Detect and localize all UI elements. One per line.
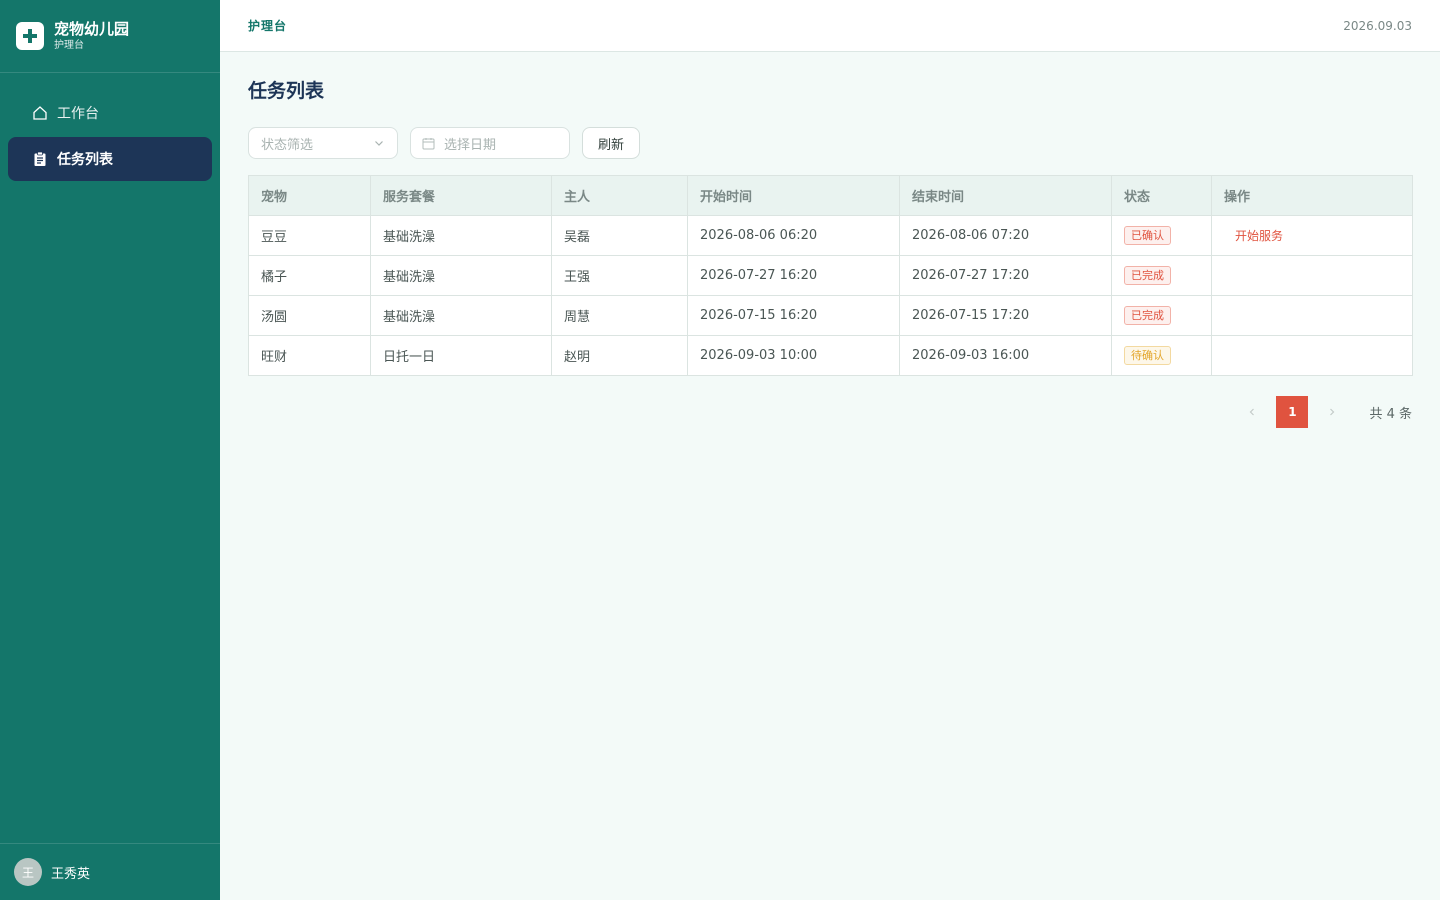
action-cell [1211, 295, 1413, 336]
home-icon [32, 105, 48, 121]
total-count: 共 4 条 [1369, 406, 1412, 422]
start-time-cell: 2026-07-27 16:20 [687, 255, 900, 296]
chevron-down-icon [373, 137, 385, 149]
pet-cell: 豆豆 [248, 215, 371, 256]
status-filter-placeholder: 状态筛选 [261, 137, 314, 153]
brand-subtitle: 护理台 [54, 40, 84, 51]
plus-logo-icon [16, 22, 44, 50]
table-row: 豆豆 基础洗澡 吴磊 2026-08-06 06:20 2026-08-06 0… [248, 215, 1413, 256]
column-header: 开始时间 [687, 175, 900, 216]
owner-cell: 周慧 [551, 295, 688, 336]
action-cell [1211, 255, 1413, 296]
refresh-button[interactable]: 刷新 [582, 127, 641, 159]
package-cell: 基础洗澡 [370, 255, 552, 296]
status-badge: 已完成 [1124, 306, 1171, 325]
status-filter-select[interactable]: 状态筛选 [248, 127, 398, 159]
owner-cell: 王强 [551, 255, 688, 296]
avatar: 王 [14, 858, 42, 886]
start-time-cell: 2026-07-15 16:20 [687, 295, 900, 336]
start-time-cell: 2026-08-06 06:20 [687, 215, 900, 256]
end-time-cell: 2026-08-06 07:20 [899, 215, 1112, 256]
filter-bar: 状态筛选 选择日期 刷新 [248, 127, 1412, 159]
breadcrumb: 护理台 [248, 19, 288, 33]
end-time-cell: 2026-07-27 17:20 [899, 255, 1112, 296]
table-header-row: 宠物 服务套餐 主人 开始时间 结束时间 状态 操作 [248, 175, 1413, 216]
table-row: 橘子 基础洗澡 王强 2026-07-27 16:20 2026-07-27 1… [248, 255, 1413, 296]
task-table: 宠物 服务套餐 主人 开始时间 结束时间 状态 操作 豆豆 基础洗澡 吴磊 20… [248, 175, 1413, 376]
column-header: 状态 [1111, 175, 1212, 216]
status-cell: 已确认 [1111, 215, 1212, 256]
page-number-button[interactable]: 1 [1276, 396, 1309, 428]
start-service-link[interactable]: 开始服务 [1235, 229, 1283, 243]
chevron-right-icon [1330, 408, 1335, 416]
pet-cell: 汤圆 [248, 295, 371, 336]
owner-cell: 吴磊 [551, 215, 688, 256]
clipboard-icon [32, 151, 48, 167]
owner-cell: 赵明 [551, 335, 688, 376]
package-cell: 基础洗澡 [370, 215, 552, 256]
sidebar-nav: 工作台 任务列表 [0, 73, 220, 181]
column-header: 操作 [1211, 175, 1413, 216]
calendar-icon [422, 137, 435, 150]
status-badge: 已确认 [1124, 226, 1171, 245]
current-date: 2026.09.03 [1343, 18, 1412, 33]
pagination: 1 共 4 条 [248, 396, 1412, 428]
sidebar-item-workbench[interactable]: 工作台 [8, 91, 212, 135]
column-header: 宠物 [248, 175, 371, 216]
action-cell: 开始服务 [1211, 215, 1413, 256]
date-picker-input[interactable]: 选择日期 [410, 127, 570, 159]
column-header: 主人 [551, 175, 688, 216]
date-picker-placeholder: 选择日期 [444, 137, 497, 153]
page-title: 任务列表 [248, 80, 325, 102]
pet-cell: 旺财 [248, 335, 371, 376]
sidebar-item-label: 工作台 [57, 106, 99, 122]
status-badge: 已完成 [1124, 266, 1171, 285]
brand-title: 宠物幼儿园 [54, 20, 130, 38]
column-header: 服务套餐 [370, 175, 552, 216]
column-header: 结束时间 [899, 175, 1112, 216]
pet-cell: 橘子 [248, 255, 371, 296]
table-row: 汤圆 基础洗澡 周慧 2026-07-15 16:20 2026-07-15 1… [248, 295, 1413, 336]
status-cell: 待确认 [1111, 335, 1212, 376]
start-time-cell: 2026-09-03 10:00 [687, 335, 900, 376]
status-cell: 已完成 [1111, 295, 1212, 336]
sidebar-item-label: 任务列表 [57, 152, 113, 168]
package-cell: 日托一日 [370, 335, 552, 376]
top-bar: 护理台 2026.09.03 [220, 0, 1440, 52]
sidebar: 宠物幼儿园 护理台 工作台 任务列表 王 王秀英 [0, 0, 220, 900]
user-profile[interactable]: 王 王秀英 [0, 843, 220, 900]
package-cell: 基础洗澡 [370, 295, 552, 336]
brand: 宠物幼儿园 护理台 [0, 0, 220, 73]
end-time-cell: 2026-09-03 16:00 [899, 335, 1112, 376]
table-row: 旺财 日托一日 赵明 2026-09-03 10:00 2026-09-03 1… [248, 335, 1413, 376]
prev-page-button[interactable] [1236, 396, 1268, 428]
sidebar-item-task-list[interactable]: 任务列表 [8, 137, 212, 181]
next-page-button[interactable] [1316, 396, 1348, 428]
user-name: 王秀英 [51, 866, 91, 882]
chevron-left-icon [1250, 408, 1255, 416]
main-content: 任务列表 状态筛选 选择日期 刷新 宠物 服务套餐 主人 开始时间 结束时间 状… [248, 52, 1413, 428]
end-time-cell: 2026-07-15 17:20 [899, 295, 1112, 336]
action-cell [1211, 335, 1413, 376]
status-cell: 已完成 [1111, 255, 1212, 296]
status-badge: 待确认 [1124, 346, 1171, 365]
